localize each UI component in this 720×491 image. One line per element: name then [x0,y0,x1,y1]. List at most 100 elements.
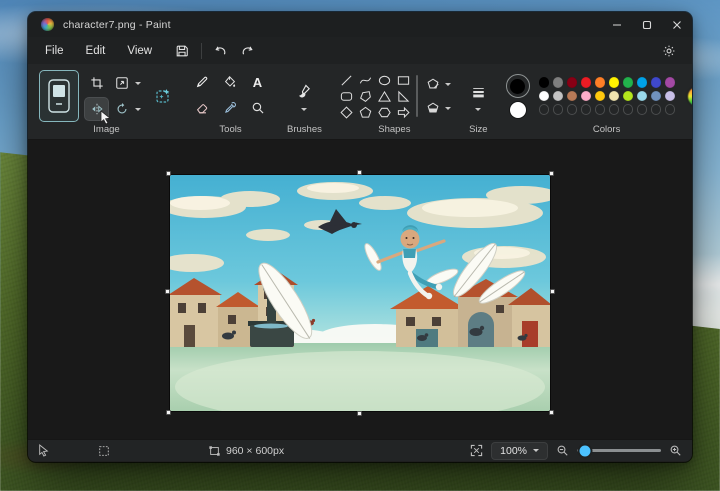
color-swatch[interactable] [595,77,606,88]
shape-pentagon-icon[interactable] [357,105,374,120]
zoom-out-button[interactable] [556,444,569,457]
chevron-down-icon[interactable] [475,108,481,111]
selection-handle[interactable] [166,410,171,415]
chevron-down-icon[interactable] [301,108,307,111]
color-swatch[interactable] [623,91,634,102]
paint-window: character7.png - Paint File Edit View [28,12,692,462]
group-image: Image [32,68,181,139]
shape-oval-icon[interactable] [376,73,393,88]
shape-diamond-icon[interactable] [338,105,355,120]
custom-color-slot[interactable] [651,104,662,115]
magnifier-tool-icon[interactable] [246,97,269,119]
color-swatch[interactable] [553,77,564,88]
color-swatch[interactable] [595,91,606,102]
redo-button[interactable] [234,40,260,62]
color-swatch[interactable] [651,91,662,102]
text-tool-glyph: A [253,75,262,90]
canvas-image[interactable] [170,175,550,411]
rotate-dropdown[interactable] [110,98,141,120]
custom-color-slot[interactable] [637,104,648,115]
color-swatch[interactable] [581,91,592,102]
selection-handle[interactable] [165,289,170,294]
color-swatch[interactable] [665,91,676,102]
undo-button[interactable] [208,40,234,62]
ai-image-creator-button[interactable] [151,85,174,107]
group-label-tools: Tools [219,122,241,139]
zoom-level-dropdown[interactable]: 100% [491,442,548,460]
close-button[interactable] [662,12,692,37]
custom-color-slot[interactable] [539,104,550,115]
maximize-button[interactable] [632,12,662,37]
custom-color-slot[interactable] [595,104,606,115]
menu-file[interactable]: File [34,41,75,61]
menu-view[interactable]: View [116,41,163,61]
shape-outline-dropdown[interactable] [423,75,451,93]
color1-selected[interactable] [506,74,530,98]
zoom-slider[interactable] [577,449,661,452]
crop-button[interactable] [85,72,108,94]
shape-right-arrow-icon[interactable] [395,105,412,120]
color-swatch[interactable] [651,77,662,88]
flip-button[interactable] [85,98,108,120]
custom-color-slot[interactable] [553,104,564,115]
color-swatch[interactable] [665,77,676,88]
color-swatch[interactable] [623,77,634,88]
color-swatch[interactable] [553,91,564,102]
settings-gear-icon[interactable] [656,40,682,62]
custom-color-slot[interactable] [567,104,578,115]
fill-tool-icon[interactable] [218,71,241,93]
title-bar[interactable]: character7.png - Paint [28,12,692,37]
color-picker-tool-icon[interactable] [218,97,241,119]
menu-edit[interactable]: Edit [75,41,117,61]
color-swatch[interactable] [609,77,620,88]
custom-color-slot[interactable] [581,104,592,115]
size-button[interactable] [467,81,490,103]
color-swatch[interactable] [539,91,550,102]
color-swatch[interactable] [567,77,578,88]
eraser-tool-icon[interactable] [190,97,213,119]
zoom-in-button[interactable] [669,444,682,457]
fit-to-screen-button[interactable] [470,444,483,457]
save-button[interactable] [169,40,195,62]
canvas-size-text: 960 × 600px [226,445,284,457]
color-swatch[interactable] [637,77,648,88]
shape-curve-icon[interactable] [357,73,374,88]
shape-fill-dropdown[interactable] [423,99,451,117]
selection-handle[interactable] [550,289,555,294]
color-swatch[interactable] [581,77,592,88]
custom-color-slot[interactable] [623,104,634,115]
minimize-button[interactable] [602,12,632,37]
color-swatch[interactable] [567,91,578,102]
selection-handle[interactable] [166,171,171,176]
edit-colors-wheel-icon[interactable] [688,87,692,106]
color-swatch[interactable] [637,91,648,102]
shape-hexagon-icon[interactable] [376,105,393,120]
rotate-icon [110,98,133,120]
color2-swatch[interactable] [510,102,526,118]
selection-handle[interactable] [549,171,554,176]
brushes-button[interactable] [293,81,316,103]
selection-handle[interactable] [549,410,554,415]
shape-polygon-icon[interactable] [357,89,374,104]
shape-fill-icon [423,99,443,117]
palette-row-custom [539,104,676,115]
shape-outline-icon [423,75,443,93]
color-swatch[interactable] [539,77,550,88]
canvas-area[interactable] [28,140,692,439]
custom-color-slot[interactable] [609,104,620,115]
select-tool-button[interactable] [39,70,79,122]
selection-handle[interactable] [357,411,362,416]
shape-triangle-icon[interactable] [376,89,393,104]
shape-line-icon[interactable] [338,73,355,88]
pencil-tool-icon[interactable] [190,71,213,93]
shape-rounded-rectangle-icon[interactable] [338,89,355,104]
resize-dropdown[interactable] [110,72,141,94]
shapes-scrollbar[interactable] [416,75,418,117]
text-tool-icon[interactable]: A [246,71,269,93]
custom-color-slot[interactable] [665,104,676,115]
selection-handle[interactable] [357,170,362,175]
color-swatch[interactable] [609,91,620,102]
shape-right-triangle-icon[interactable] [395,89,412,104]
zoom-slider-thumb[interactable] [580,445,591,456]
shape-rectangle-icon[interactable] [395,73,412,88]
